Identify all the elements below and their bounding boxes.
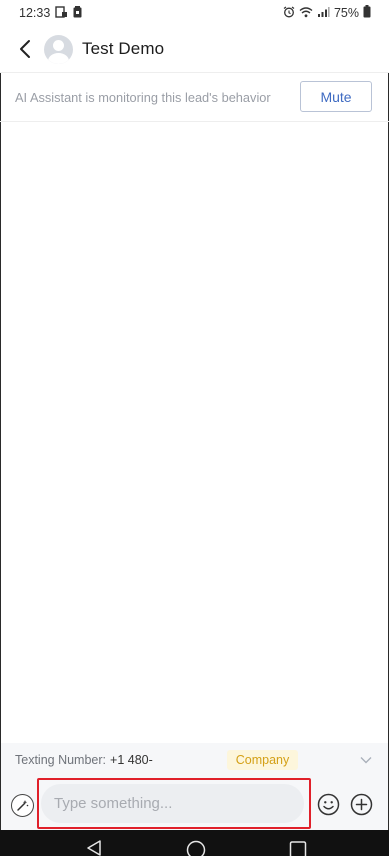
square-recents-icon: [289, 841, 307, 856]
chevron-down-icon[interactable]: [360, 753, 372, 767]
chat-header: Test Demo: [0, 26, 389, 72]
battery-saver-icon: [73, 5, 82, 21]
mute-button[interactable]: Mute: [300, 81, 372, 112]
nav-home-button[interactable]: [186, 840, 206, 856]
texting-number-bar[interactable]: Texting Number: +1 480- Company: [1, 743, 388, 776]
ai-assistant-bar: AI Assistant is monitoring this lead's b…: [0, 72, 389, 122]
emoji-button[interactable]: [317, 793, 340, 816]
wifi-icon: [299, 6, 313, 21]
texting-number-label: Texting Number:: [15, 752, 107, 767]
status-time: 12:33: [19, 6, 51, 20]
texting-number: +1 480-: [110, 752, 153, 767]
nav-recents-button[interactable]: [289, 840, 307, 856]
battery-icon: [363, 5, 371, 21]
avatar[interactable]: [44, 34, 73, 64]
cast-icon: [55, 5, 68, 21]
company-badge: Company: [226, 749, 299, 770]
ai-compose-button[interactable]: [11, 794, 34, 817]
circle-home-icon: [186, 840, 206, 856]
magic-wand-icon: [17, 800, 29, 811]
nav-back-button[interactable]: [86, 840, 102, 856]
system-nav-bar: [0, 830, 389, 856]
battery-percent: 75%: [333, 6, 359, 20]
message-input[interactable]: [41, 784, 304, 823]
message-composer: [1, 776, 388, 830]
plus-icon: [350, 793, 373, 816]
alarm-icon: [283, 6, 295, 21]
chevron-left-icon: [20, 40, 30, 58]
back-button[interactable]: [14, 34, 36, 64]
message-list[interactable]: [1, 123, 388, 743]
signal-icon: [317, 6, 330, 21]
emoji-icon: [317, 793, 340, 816]
contact-name[interactable]: Test Demo: [82, 39, 164, 59]
attach-button[interactable]: [350, 793, 373, 816]
triangle-back-icon: [87, 840, 101, 856]
ai-assistant-text: AI Assistant is monitoring this lead's b…: [15, 89, 271, 105]
redacted-number: [159, 755, 219, 765]
status-bar: 12:33 75%: [0, 0, 389, 26]
